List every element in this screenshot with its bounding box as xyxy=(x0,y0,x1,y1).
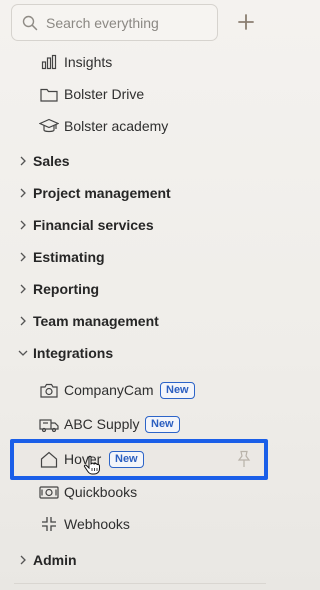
section-reporting[interactable]: Reporting xyxy=(0,274,279,304)
new-badge: New xyxy=(145,415,180,433)
chevron-right-icon xyxy=(17,219,29,231)
sidebar-item-webhooks[interactable]: Webhooks xyxy=(0,509,279,539)
bar-chart-icon xyxy=(39,52,59,72)
sidebar-item-bolster-drive[interactable]: Bolster Drive xyxy=(0,79,279,109)
folder-icon xyxy=(39,84,59,104)
sidebar-item-abc-supply[interactable]: ABC Supply New xyxy=(0,409,279,439)
plus-icon xyxy=(238,14,254,30)
search-input[interactable]: Search everything xyxy=(11,4,218,41)
new-badge: New xyxy=(160,381,195,399)
chevron-right-icon xyxy=(17,251,29,263)
camera-icon xyxy=(39,380,59,400)
sidebar-item-label: Insights xyxy=(64,54,113,70)
section-label: Financial services xyxy=(33,217,154,233)
chevron-right-icon xyxy=(17,283,29,295)
sidebar-item-label: Bolster Drive xyxy=(64,86,145,102)
money-icon xyxy=(39,482,59,502)
search-placeholder: Search everything xyxy=(46,14,159,31)
chevron-right-icon xyxy=(17,315,29,327)
section-team-management[interactable]: Team management xyxy=(0,306,279,336)
section-label: Project management xyxy=(33,185,171,201)
sidebar-item-label: Webhooks xyxy=(64,516,130,532)
sidebar-item-label: CompanyCam xyxy=(64,382,154,398)
supply-truck-icon xyxy=(39,414,59,434)
section-estimating[interactable]: Estimating xyxy=(0,242,279,272)
section-label: Admin xyxy=(33,552,77,568)
sidebar-item-label: ABC Supply xyxy=(64,416,140,432)
section-label: Estimating xyxy=(33,249,105,265)
chevron-right-icon xyxy=(17,187,29,199)
section-financial-services[interactable]: Financial services xyxy=(0,210,279,240)
hand-cursor-icon xyxy=(83,455,100,475)
sidebar-item-bolster-academy[interactable]: Bolster academy xyxy=(0,111,279,141)
section-admin[interactable]: Admin xyxy=(0,545,279,575)
chevron-right-icon xyxy=(17,155,29,167)
section-integrations[interactable]: Integrations xyxy=(0,338,279,368)
section-label: Sales xyxy=(33,153,70,169)
pin-icon[interactable] xyxy=(237,450,251,468)
chevron-right-icon xyxy=(17,554,29,566)
section-sales[interactable]: Sales xyxy=(0,146,279,176)
chevron-down-icon xyxy=(17,347,29,359)
section-label: Reporting xyxy=(33,281,100,297)
section-project-management[interactable]: Project management xyxy=(0,178,279,208)
sidebar-item-label: Quickbooks xyxy=(64,484,138,500)
webhook-icon xyxy=(39,514,59,534)
section-label: Integrations xyxy=(33,345,114,361)
search-icon xyxy=(22,15,38,31)
new-badge: New xyxy=(109,450,144,468)
sidebar-item-label: Bolster academy xyxy=(64,118,169,134)
sidebar-item-insights[interactable]: Insights xyxy=(0,47,279,77)
sidebar-item-companycam[interactable]: CompanyCam New xyxy=(0,375,279,405)
graduation-cap-icon xyxy=(39,116,59,136)
sidebar-item-quickbooks[interactable]: Quickbooks xyxy=(0,477,279,507)
add-button[interactable] xyxy=(234,10,258,34)
divider xyxy=(14,583,266,584)
sidebar-item-hover[interactable]: Hover New xyxy=(0,444,279,474)
house-icon xyxy=(39,449,59,469)
section-label: Team management xyxy=(33,313,159,329)
